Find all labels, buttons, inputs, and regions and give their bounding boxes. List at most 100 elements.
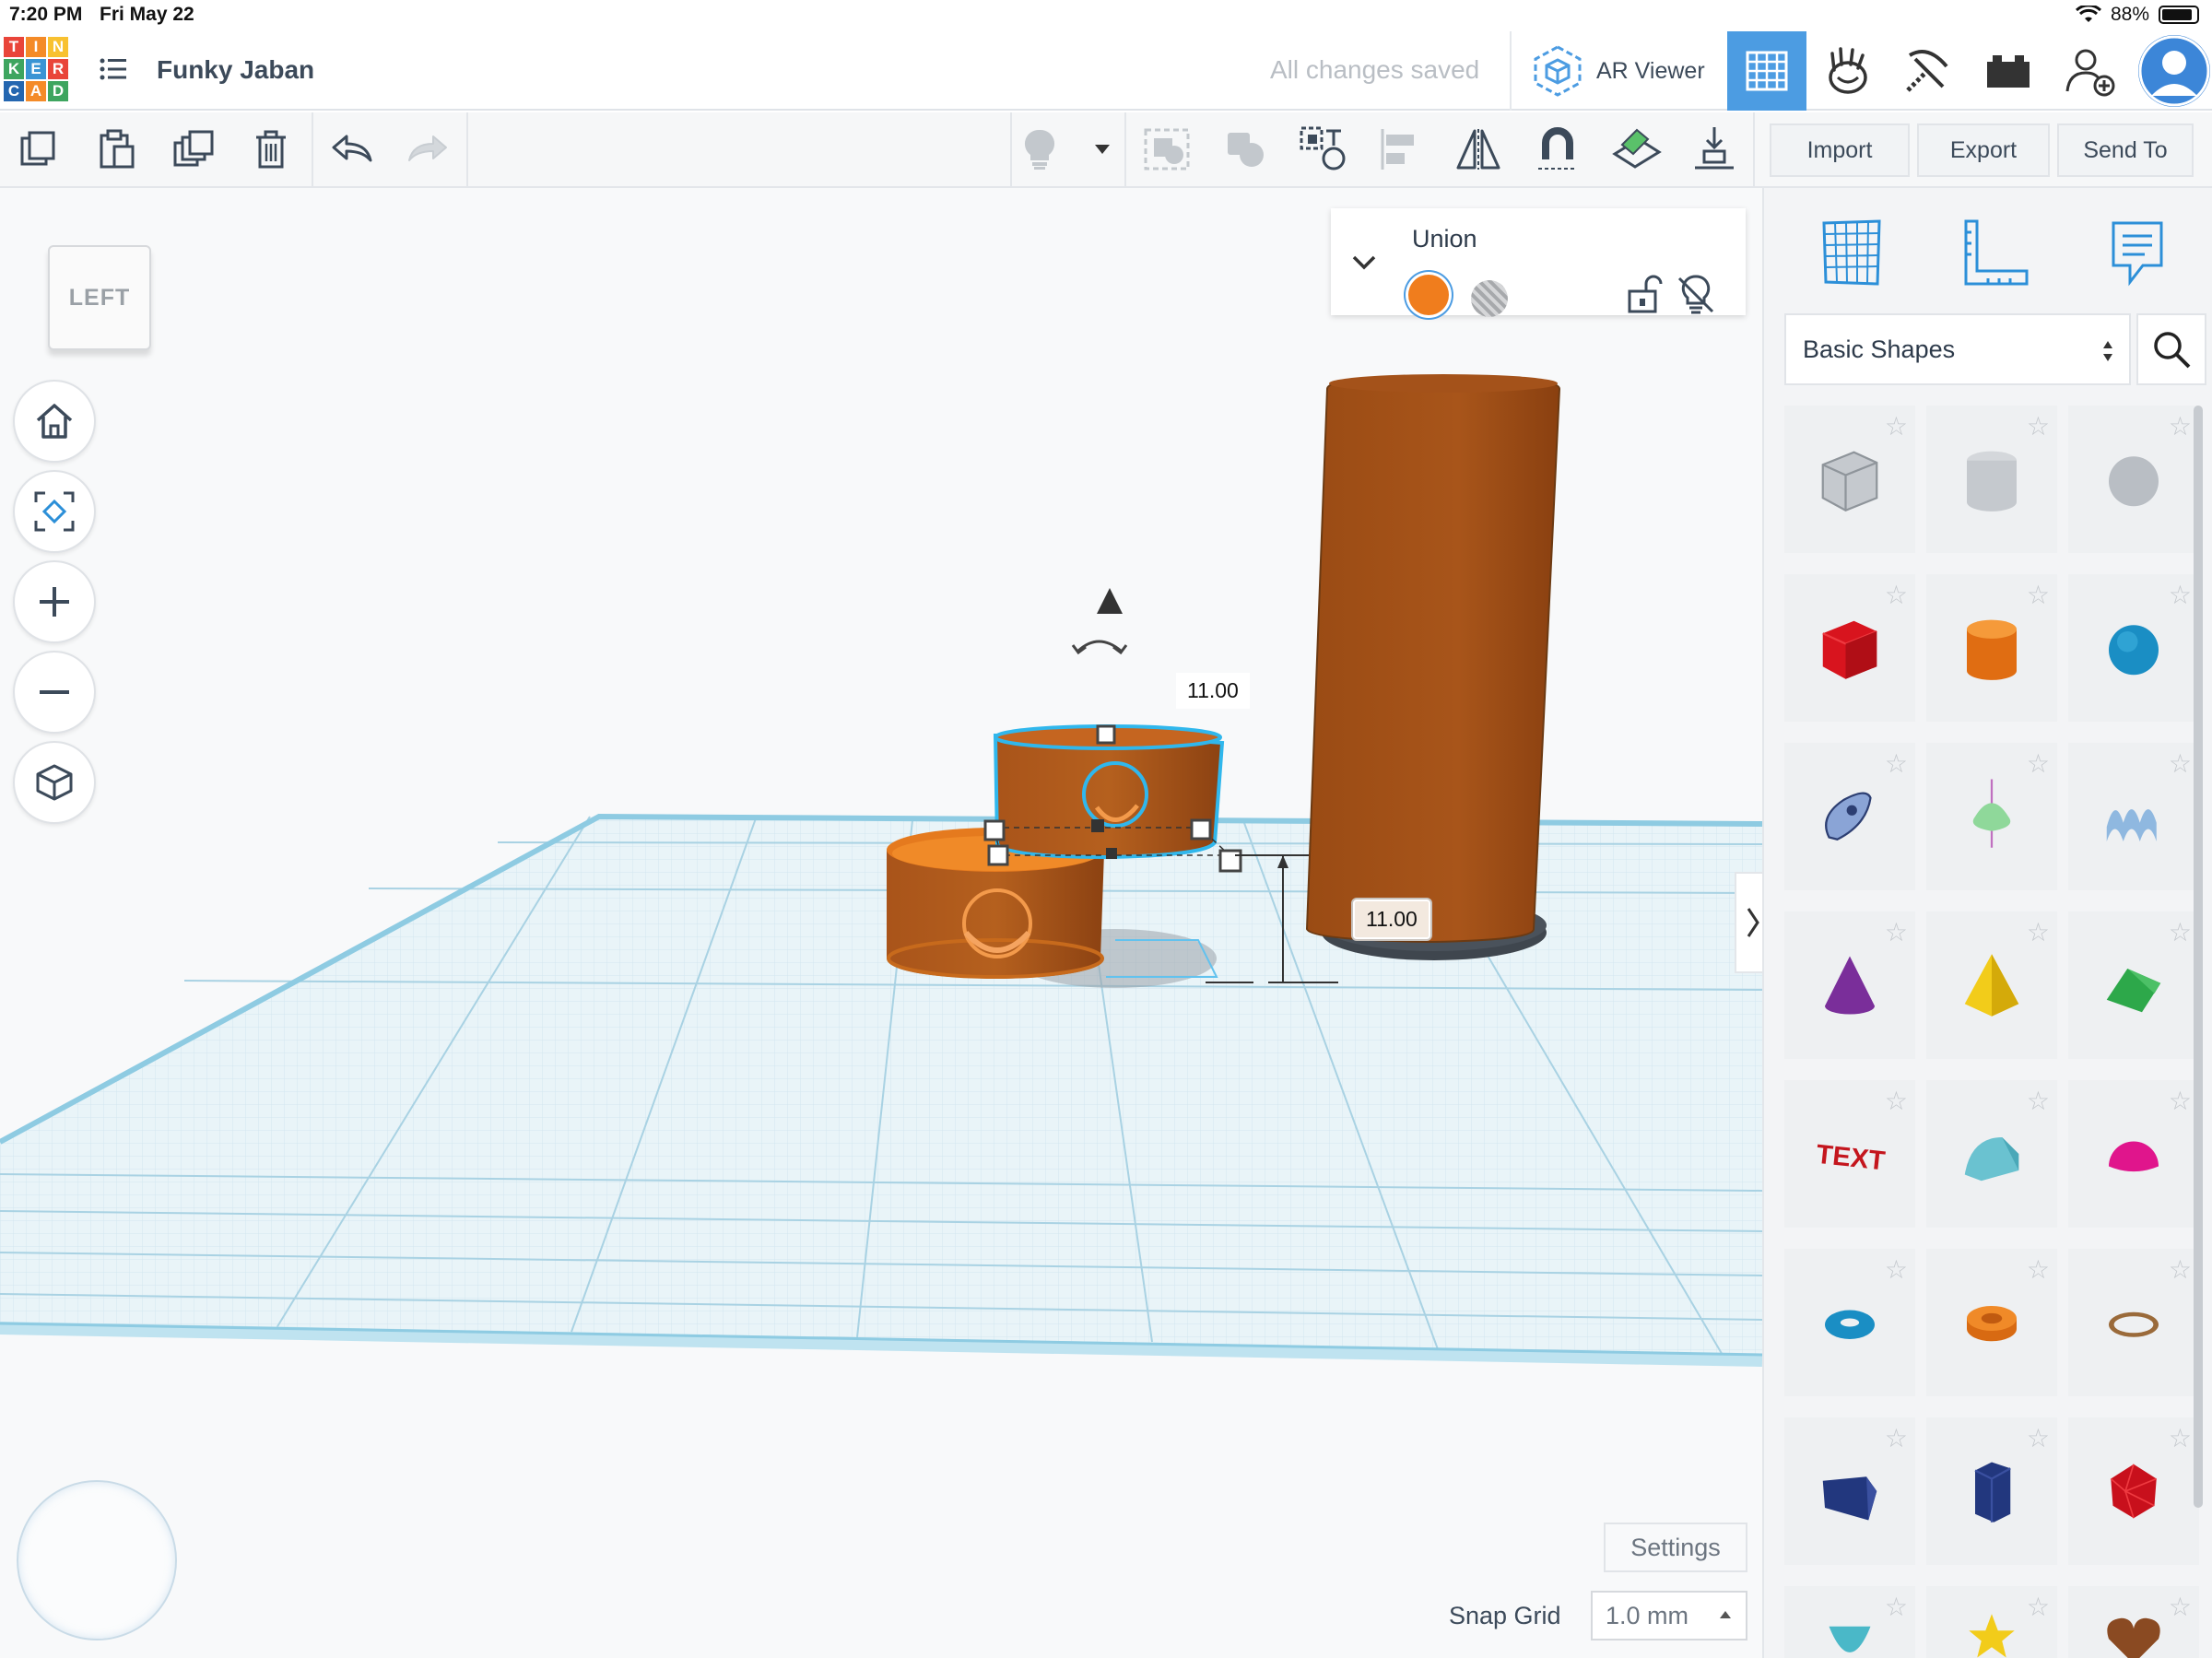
fit-view-button[interactable]	[13, 470, 96, 553]
mirror-button[interactable]	[1449, 122, 1508, 177]
shape-tile[interactable]: ☆	[1784, 1417, 1915, 1565]
favorite-star-icon[interactable]: ☆	[1885, 748, 1908, 779]
favorite-star-icon[interactable]: ☆	[2169, 917, 2192, 947]
favorite-star-icon[interactable]: ☆	[1885, 917, 1908, 947]
width-dimension-label[interactable]: 11.00	[1176, 673, 1250, 709]
export-button[interactable]: Export	[1917, 123, 2050, 177]
design-menu-icon[interactable]	[100, 57, 127, 81]
view-cube[interactable]: LEFT	[48, 245, 151, 350]
unlock-icon[interactable]	[1626, 273, 1663, 315]
favorite-star-icon[interactable]: ☆	[1885, 1423, 1908, 1453]
3d-scene[interactable]	[0, 188, 1762, 1658]
tinkercad-logo[interactable]: TIN KER CAD	[4, 37, 68, 101]
workplane-button[interactable]	[1607, 122, 1666, 177]
home-view-button[interactable]	[13, 380, 96, 463]
ungroup-button[interactable]	[1217, 122, 1276, 177]
shape-tile[interactable]: ☆	[1926, 911, 2057, 1059]
copy-button[interactable]	[9, 122, 68, 177]
shape-tile[interactable]: ☆	[1784, 911, 1915, 1059]
favorite-star-icon[interactable]: ☆	[2027, 1592, 2050, 1622]
favorite-star-icon[interactable]: ☆	[1885, 1254, 1908, 1285]
shape-tile[interactable]: TEXT ☆	[1784, 1080, 1915, 1228]
lessons-button[interactable]	[1888, 31, 1967, 111]
shape-tile[interactable]: ☆	[1926, 1586, 2057, 1658]
favorite-star-icon[interactable]: ☆	[2169, 1086, 2192, 1116]
zoom-out-button[interactable]	[13, 651, 96, 734]
shape-tile[interactable]: ☆	[1926, 1080, 2057, 1228]
shape-tile[interactable]: ☆	[1926, 1249, 2057, 1396]
favorite-star-icon[interactable]: ☆	[2027, 917, 2050, 947]
shape-tile[interactable]: ☆	[1784, 1249, 1915, 1396]
shapes-tab[interactable]	[1801, 206, 1902, 299]
shape-tile[interactable]: ☆	[1926, 574, 2057, 722]
perspective-toggle-button[interactable]	[13, 741, 96, 824]
shape-tile[interactable]: ☆	[1784, 1586, 1915, 1658]
favorite-star-icon[interactable]: ☆	[2169, 1592, 2192, 1622]
favorite-star-icon[interactable]: ☆	[2027, 580, 2050, 610]
snap-grid-select[interactable]: 1.0 mm	[1591, 1591, 1747, 1640]
shape-tile[interactable]: ☆	[2068, 574, 2199, 722]
panel-scrollbar[interactable]	[2194, 406, 2203, 1508]
shape-tile[interactable]: ☆	[2068, 743, 2199, 890]
import-button[interactable]: Import	[1770, 123, 1910, 177]
shape-tile[interactable]: ☆	[2068, 406, 2199, 553]
elevation-dimension-label[interactable]: 11.00	[1353, 900, 1430, 939]
blocks-button[interactable]	[1808, 31, 1888, 111]
align-button[interactable]	[1371, 122, 1430, 177]
project-name[interactable]: Funky Jaban	[157, 55, 314, 85]
favorite-star-icon[interactable]: ☆	[2027, 1086, 2050, 1116]
duplicate-button[interactable]	[164, 122, 223, 177]
drop-button[interactable]	[1685, 122, 1744, 177]
favorite-star-icon[interactable]: ☆	[1885, 411, 1908, 441]
cruise-button[interactable]	[1294, 122, 1353, 177]
shape-tile[interactable]: ☆	[2068, 1080, 2199, 1228]
paste-button[interactable]	[87, 122, 146, 177]
3d-view-button[interactable]	[1727, 31, 1806, 111]
shape-search-button[interactable]	[2136, 313, 2206, 385]
shape-category-select[interactable]: Basic Shapes	[1784, 313, 2131, 385]
favorite-star-icon[interactable]: ☆	[1885, 1086, 1908, 1116]
notes-tab[interactable]	[2087, 206, 2188, 299]
collapse-panel-tab[interactable]	[1735, 872, 1762, 973]
ruler-tab[interactable]	[1945, 206, 2046, 299]
delete-button[interactable]	[241, 122, 300, 177]
favorite-star-icon[interactable]: ☆	[2169, 1254, 2192, 1285]
favorite-star-icon[interactable]: ☆	[1885, 580, 1908, 610]
workplane-canvas[interactable]: LEFT Union 11.00 11.00 Settings Snap Gri…	[0, 188, 1762, 1658]
shape-tile[interactable]: ☆	[2068, 911, 2199, 1059]
view-joystick[interactable]	[17, 1480, 177, 1640]
shape-tile[interactable]: ☆	[1926, 1417, 2057, 1565]
collapse-inspector-icon[interactable]	[1351, 254, 1377, 271]
undo-button[interactable]	[323, 122, 382, 177]
favorite-star-icon[interactable]: ☆	[2169, 580, 2192, 610]
favorite-star-icon[interactable]: ☆	[2169, 411, 2192, 441]
zoom-in-button[interactable]	[13, 560, 96, 643]
ar-viewer-button[interactable]: AR Viewer	[1510, 31, 1727, 111]
favorite-star-icon[interactable]: ☆	[2027, 1254, 2050, 1285]
favorite-star-icon[interactable]: ☆	[2169, 1423, 2192, 1453]
shape-tile[interactable]: ☆	[2068, 1586, 2199, 1658]
favorite-star-icon[interactable]: ☆	[2027, 411, 2050, 441]
shape-tile[interactable]: ☆	[1926, 406, 2057, 553]
shape-tile[interactable]: ☆	[2068, 1249, 2199, 1396]
notes-light-button[interactable]	[1010, 122, 1069, 177]
user-avatar[interactable]	[2138, 35, 2210, 107]
favorite-star-icon[interactable]: ☆	[2169, 748, 2192, 779]
bricks-button[interactable]	[1969, 31, 2048, 111]
hole-swatch[interactable]	[1471, 280, 1508, 317]
settings-button[interactable]: Settings	[1604, 1523, 1747, 1572]
workplane-magnet-button[interactable]	[1528, 122, 1587, 177]
favorite-star-icon[interactable]: ☆	[2027, 748, 2050, 779]
notes-dropdown-button[interactable]	[1075, 122, 1130, 177]
invite-user-button[interactable]	[2050, 31, 2129, 111]
shape-tile[interactable]: ☆	[1784, 574, 1915, 722]
tall-cylinder-shape[interactable]	[1305, 374, 1561, 960]
shape-tile[interactable]: ☆	[2068, 1417, 2199, 1565]
solid-color-swatch[interactable]	[1408, 275, 1449, 315]
shape-tile[interactable]: ☆	[1784, 406, 1915, 553]
shape-tile[interactable]: ☆	[1784, 743, 1915, 890]
redo-button[interactable]	[398, 122, 457, 177]
shape-tile[interactable]: ☆	[1926, 743, 2057, 890]
favorite-star-icon[interactable]: ☆	[2027, 1423, 2050, 1453]
favorite-star-icon[interactable]: ☆	[1885, 1592, 1908, 1622]
